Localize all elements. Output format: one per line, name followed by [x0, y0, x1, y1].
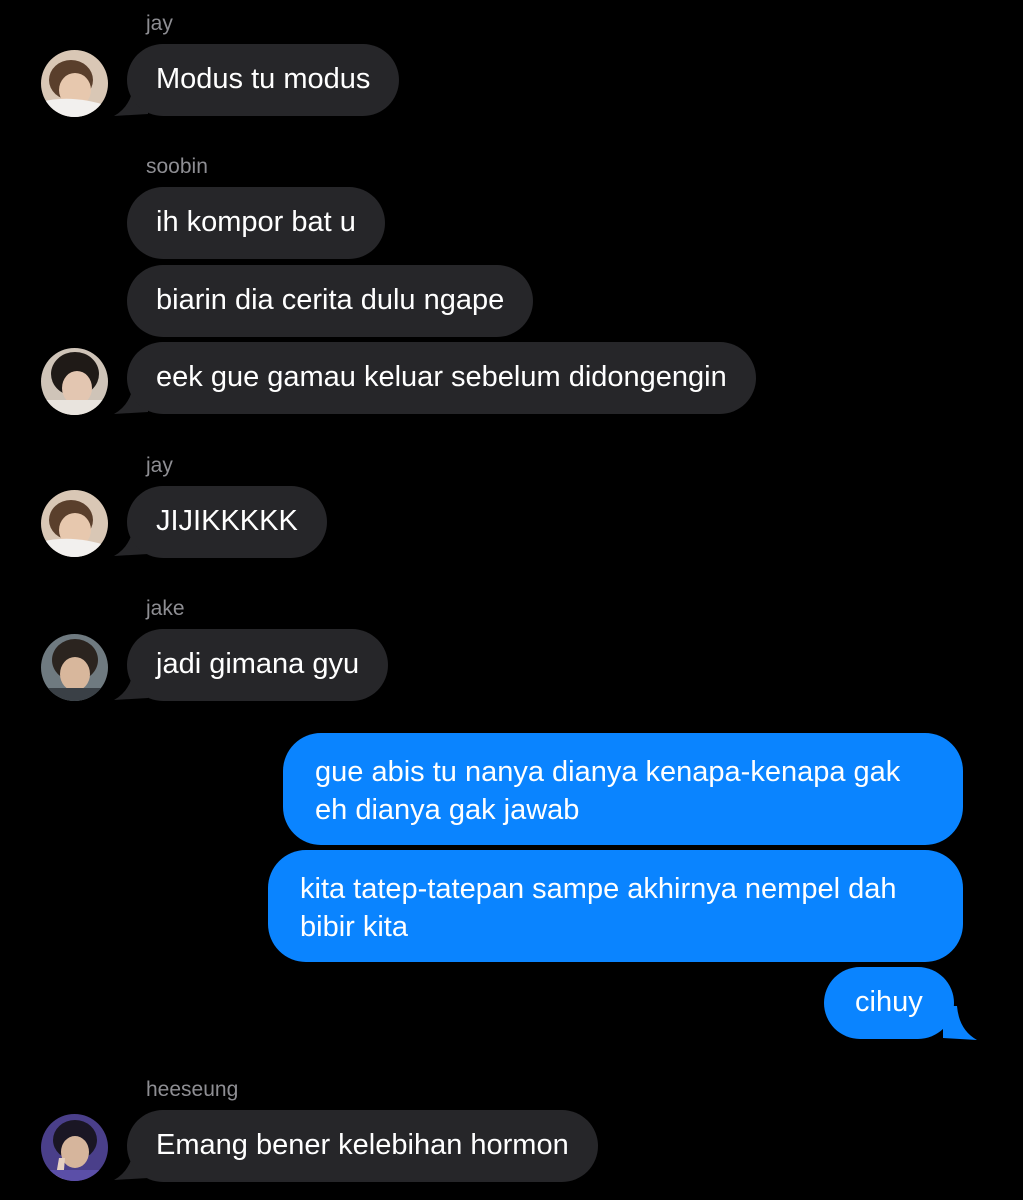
message-bubble[interactable]: eek gue gamau keluar sebelum didongengin	[127, 342, 756, 414]
sender-name-jay: jay	[146, 12, 173, 35]
message-bubble[interactable]: biarin dia cerita dulu ngape	[127, 265, 534, 337]
jake-avatar[interactable]	[41, 634, 108, 701]
sender-name-jake: jake	[146, 597, 185, 620]
outgoing-message-bubble[interactable]: cihuy	[824, 967, 954, 1039]
message-bubble[interactable]: jadi gimana gyu	[127, 629, 389, 701]
message-bubble[interactable]: JIJIKKKKK	[127, 486, 327, 558]
sender-name-heeseung: heeseung	[146, 1078, 239, 1101]
message-bubble[interactable]: ih kompor bat u	[127, 187, 385, 259]
sender-name-jay: jay	[146, 454, 173, 477]
heeseung-avatar[interactable]	[41, 1114, 108, 1181]
sender-name-soobin: soobin	[146, 155, 208, 178]
jay-avatar[interactable]	[41, 490, 108, 557]
soobin-avatar[interactable]	[41, 348, 108, 415]
message-bubble[interactable]: Emang bener kelebihan hormon	[127, 1110, 598, 1182]
outgoing-message-bubble[interactable]: gue abis tu nanya dianya kenapa-kenapa g…	[283, 733, 963, 845]
outgoing-message-bubble[interactable]: kita tatep-tatepan sampe akhirnya nempel…	[268, 850, 963, 962]
message-bubble[interactable]: Modus tu modus	[127, 44, 400, 116]
jay-avatar[interactable]	[41, 50, 108, 117]
